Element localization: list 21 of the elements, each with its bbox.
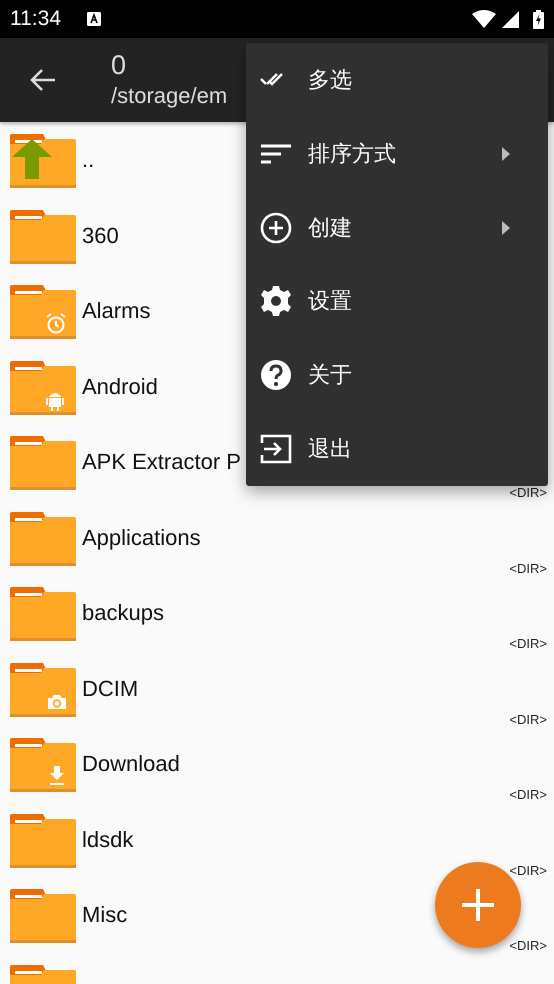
file-type: <DIR> [509,862,547,878]
current-path: /storage/em [111,82,228,110]
file-name: DCIM [82,676,138,702]
file-name: Misc [82,902,128,928]
file-name: ldsdk [82,826,134,852]
file-name: Android [82,374,158,400]
file-name: .. [82,147,94,173]
file-name: Applications [82,524,201,550]
toolbar-title: 0 [111,49,128,81]
file-name: 360 [82,222,119,248]
file-type: <DIR> [509,712,547,726]
file-type: <DIR> [509,787,547,802]
file-type: <DIR> [509,938,547,953]
file-name: Download [82,751,180,777]
file-name: APK Extractor P [82,449,241,475]
status-time: 11:34 [10,7,61,31]
file-name: backups [82,600,164,626]
file-type: <DIR> [509,636,547,651]
file-type: <DIR> [509,560,547,576]
file-type: <DIR> [509,485,547,500]
file-name: Alarms [82,298,150,324]
